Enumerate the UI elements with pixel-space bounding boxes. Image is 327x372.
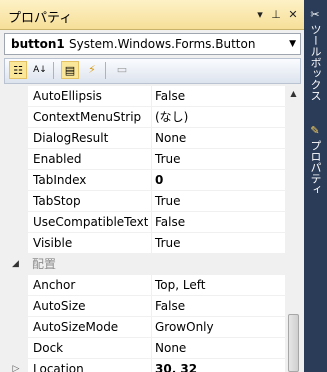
property-value[interactable]: Top, Left bbox=[155, 275, 205, 296]
column-divider[interactable] bbox=[151, 359, 152, 372]
column-divider[interactable] bbox=[151, 212, 152, 233]
column-divider[interactable] bbox=[151, 296, 152, 317]
properties-tab[interactable]: プロパティ bbox=[306, 140, 325, 195]
expand-arrow-icon[interactable]: ▷ bbox=[4, 359, 28, 372]
property-name: AutoSizeMode bbox=[33, 320, 119, 334]
row-gutter bbox=[4, 296, 28, 317]
property-name: TabIndex bbox=[33, 173, 87, 187]
property-name: DialogResult bbox=[33, 131, 109, 145]
property-value[interactable]: 30, 32 bbox=[155, 359, 197, 372]
vertical-scrollbar[interactable]: ▲ bbox=[286, 86, 301, 372]
side-tool-tabs: ✂ ツールボックス ✎ プロパティ bbox=[304, 0, 327, 372]
property-value[interactable]: False bbox=[155, 86, 185, 107]
property-name: UseCompatibleTextR bbox=[33, 215, 148, 229]
categorized-view-icon[interactable]: ☷ bbox=[9, 61, 27, 79]
category-row-layout[interactable]: ◢ 配置 bbox=[4, 254, 285, 275]
property-row-enabled[interactable]: Enabled True bbox=[4, 149, 285, 170]
auto-hide-pin-icon[interactable]: ⊥ bbox=[270, 8, 282, 22]
column-divider[interactable] bbox=[151, 170, 152, 191]
row-gutter bbox=[4, 107, 28, 128]
row-gutter bbox=[4, 191, 28, 212]
property-row-location[interactable]: ▷ Location 30, 32 bbox=[4, 359, 285, 372]
properties-view-icon[interactable]: ▤ bbox=[61, 61, 79, 79]
object-selector-dropdown[interactable]: button1 System.Windows.Forms.Button ▼ bbox=[4, 33, 301, 55]
row-gutter bbox=[4, 149, 28, 170]
collapse-arrow-icon[interactable]: ◢ bbox=[12, 254, 19, 275]
row-gutter bbox=[4, 128, 28, 149]
object-type: System.Windows.Forms.Button bbox=[69, 37, 256, 51]
column-divider[interactable] bbox=[151, 275, 152, 296]
property-value[interactable]: GrowOnly bbox=[155, 317, 214, 338]
property-row-dock[interactable]: Dock None bbox=[4, 338, 285, 359]
property-toolbar: ☷ A↓ ▤ ⚡ ▭ bbox=[4, 58, 301, 84]
property-name: Enabled bbox=[33, 152, 82, 166]
property-name: ContextMenuStrip bbox=[33, 110, 142, 124]
column-divider[interactable] bbox=[151, 128, 152, 149]
row-gutter bbox=[4, 317, 28, 338]
property-value[interactable]: None bbox=[155, 338, 186, 359]
column-divider[interactable] bbox=[151, 191, 152, 212]
property-row-dialogresult[interactable]: DialogResult None bbox=[4, 128, 285, 149]
row-gutter bbox=[4, 275, 28, 296]
close-icon[interactable]: ✕ bbox=[287, 8, 299, 22]
property-pages-icon[interactable]: ▭ bbox=[113, 61, 131, 79]
column-divider[interactable] bbox=[151, 233, 152, 254]
row-gutter bbox=[4, 338, 28, 359]
toolbox-icon[interactable]: ✂ bbox=[308, 8, 322, 22]
column-divider[interactable] bbox=[151, 338, 152, 359]
property-row-autoellipsis[interactable]: AutoEllipsis False bbox=[4, 86, 285, 107]
dropdown-arrow-icon[interactable]: ▼ bbox=[289, 36, 296, 52]
property-value[interactable]: False bbox=[155, 296, 185, 317]
toolbox-tab[interactable]: ツールボックス bbox=[306, 24, 325, 101]
property-row-tabstop[interactable]: TabStop True bbox=[4, 191, 285, 212]
property-row-anchor[interactable]: Anchor Top, Left bbox=[4, 275, 285, 296]
row-gutter bbox=[4, 86, 28, 107]
property-value[interactable]: True bbox=[155, 191, 181, 212]
events-view-icon[interactable]: ⚡ bbox=[83, 61, 101, 79]
title-bar[interactable]: プロパティ ▾ ⊥ ✕ bbox=[0, 0, 304, 30]
column-divider[interactable] bbox=[151, 317, 152, 338]
property-name: Visible bbox=[33, 236, 73, 250]
property-value[interactable]: True bbox=[155, 149, 181, 170]
row-gutter bbox=[4, 233, 28, 254]
property-name: TabStop bbox=[33, 194, 81, 208]
property-value[interactable]: (なし) bbox=[155, 107, 188, 128]
property-row-tabindex[interactable]: TabIndex 0 bbox=[4, 170, 285, 191]
toolbar-divider bbox=[105, 62, 106, 79]
property-row-visible[interactable]: Visible True bbox=[4, 233, 285, 254]
property-name: Dock bbox=[33, 341, 64, 355]
alphabetical-sort-icon[interactable]: A↓ bbox=[31, 61, 49, 79]
property-name: AutoSize bbox=[33, 299, 86, 313]
column-divider[interactable] bbox=[151, 149, 152, 170]
property-name: Location bbox=[33, 362, 84, 372]
property-value[interactable]: 0 bbox=[155, 170, 163, 191]
object-name: button1 bbox=[11, 37, 65, 51]
window-position-icon[interactable]: ▾ bbox=[254, 8, 266, 22]
property-value[interactable]: None bbox=[155, 128, 186, 149]
column-divider[interactable] bbox=[151, 107, 152, 128]
panel-title: プロパティ bbox=[8, 11, 73, 26]
scroll-up-arrow-icon[interactable]: ▲ bbox=[286, 86, 301, 101]
category-label: 配置 bbox=[32, 257, 57, 271]
property-row-usecompatibletextrendering[interactable]: UseCompatibleTextR False bbox=[4, 212, 285, 233]
row-gutter bbox=[4, 212, 28, 233]
properties-panel: プロパティ ▾ ⊥ ✕ button1 System.Windows.Forms… bbox=[0, 0, 304, 372]
property-value[interactable]: False bbox=[155, 212, 185, 233]
property-row-autosize[interactable]: AutoSize False bbox=[4, 296, 285, 317]
property-name: AutoEllipsis bbox=[33, 89, 102, 103]
properties-icon[interactable]: ✎ bbox=[308, 124, 322, 138]
property-row-contextmenustrip[interactable]: ContextMenuStrip (なし) bbox=[4, 107, 285, 128]
scrollbar-thumb[interactable] bbox=[288, 314, 299, 372]
property-grid: AutoEllipsis False ContextMenuStrip (なし)… bbox=[4, 86, 285, 372]
toolbar-divider bbox=[53, 62, 54, 79]
property-value[interactable]: True bbox=[155, 233, 181, 254]
row-gutter bbox=[4, 170, 28, 191]
property-name: Anchor bbox=[33, 278, 76, 292]
column-divider[interactable] bbox=[151, 86, 152, 107]
property-row-autosizemode[interactable]: AutoSizeMode GrowOnly bbox=[4, 317, 285, 338]
